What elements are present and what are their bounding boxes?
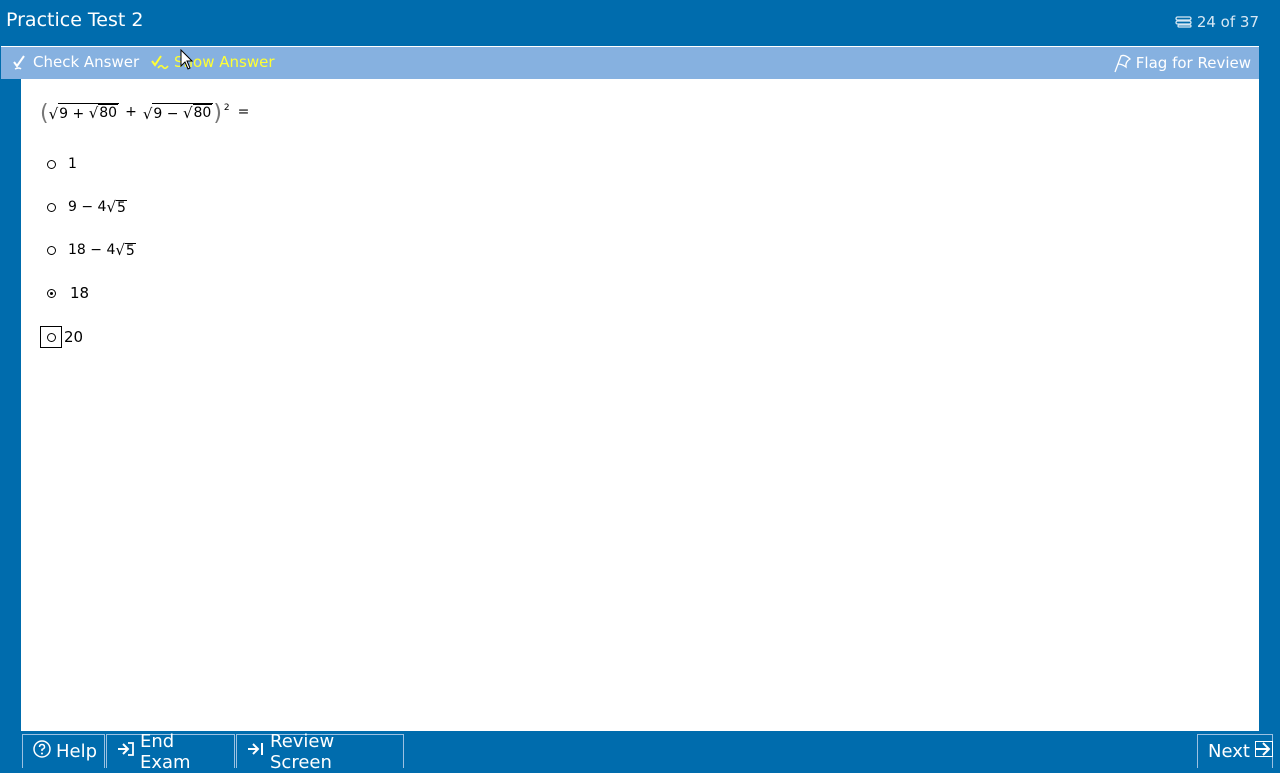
show-answer-button[interactable]: Show Answer <box>150 53 275 71</box>
radical-2-inner: 80 <box>192 104 213 121</box>
option-label: 18 <box>70 284 90 302</box>
review-screen-button[interactable]: Review Screen <box>236 731 404 773</box>
bottom-nav-bar: Help End Exam Review Screen Next <box>0 731 1280 773</box>
radio-button-focused[interactable] <box>40 326 62 348</box>
option-label: 18 − 4 √ 5 <box>68 241 136 259</box>
check-answer-button[interactable]: Check Answer <box>11 53 139 71</box>
help-label: Help <box>56 741 98 762</box>
flag-icon <box>1112 53 1132 73</box>
radical-1-inner: 80 <box>98 104 119 121</box>
next-label: Next <box>1208 741 1250 762</box>
option-prefix: 9 − 4 <box>68 199 107 215</box>
show-answer-label: Show Answer <box>174 53 275 71</box>
open-paren: ( <box>40 101 49 126</box>
radio-button[interactable] <box>40 239 62 261</box>
plus-sign: + <box>125 104 137 120</box>
radical-1: √ 9 + √ 80 <box>48 103 120 123</box>
question-counter-text: 24 of 37 <box>1196 13 1259 31</box>
option-label: 20 <box>64 328 84 346</box>
end-exam-icon <box>117 741 135 762</box>
next-button[interactable]: Next <box>1197 734 1273 768</box>
review-screen-label: Review Screen <box>270 730 335 773</box>
answer-option-4[interactable]: 18 <box>40 282 89 304</box>
title-bar: Practice Test 2 24 of 37 <box>0 0 1280 45</box>
close-paren: ) <box>213 101 222 126</box>
exponent: 2 <box>223 103 230 113</box>
radical-2: √ 9 − √ 80 <box>142 103 214 123</box>
check-answer-label: Check Answer <box>33 53 140 71</box>
option-radicand: 5 <box>116 200 127 216</box>
option-prefix: 18 − 4 <box>68 242 116 258</box>
question-panel: ( √ 9 + √ 80 + √ 9 − √ 80 ) 2 = 1 9 − 4 √ 5 … <box>21 79 1259 731</box>
help-button[interactable]: Help <box>22 734 105 768</box>
question-counter: 24 of 37 <box>1175 13 1259 31</box>
flag-for-review-button[interactable]: Flag for Review <box>1112 53 1251 73</box>
show-answer-icon <box>150 53 170 71</box>
question-list-icon <box>1175 15 1193 29</box>
end-exam-label: End Exam <box>140 730 191 773</box>
review-screen-icon <box>247 741 265 762</box>
option-label: 1 <box>68 156 77 172</box>
radio-button-selected[interactable] <box>40 282 62 304</box>
answer-option-5[interactable]: 20 <box>40 326 83 348</box>
option-radicand: 5 <box>124 243 136 259</box>
end-exam-button[interactable]: End Exam <box>106 731 235 773</box>
radical-2-text: 9 − <box>153 106 183 122</box>
answer-option-3[interactable]: 18 − 4 √ 5 <box>40 239 136 261</box>
help-icon <box>33 740 51 763</box>
answer-option-1[interactable]: 1 <box>40 153 77 175</box>
radio-button[interactable] <box>40 196 62 218</box>
option-label: 9 − 4 √ 5 <box>68 198 127 216</box>
radio-button[interactable] <box>40 153 62 175</box>
equals-sign: = <box>237 104 250 120</box>
answer-option-2[interactable]: 9 − 4 √ 5 <box>40 196 127 218</box>
check-answer-icon <box>11 53 29 71</box>
flag-for-review-label: Flag for Review <box>1135 54 1251 72</box>
question-stem: ( √ 9 + √ 80 + √ 9 − √ 80 ) 2 = <box>40 101 250 127</box>
question-toolbar: Check Answer Show Answer Flag for Review <box>1 46 1259 79</box>
radical-1-text: 9 + <box>59 106 89 122</box>
page-title: Practice Test 2 <box>6 9 144 31</box>
next-arrow-icon <box>1254 741 1273 762</box>
